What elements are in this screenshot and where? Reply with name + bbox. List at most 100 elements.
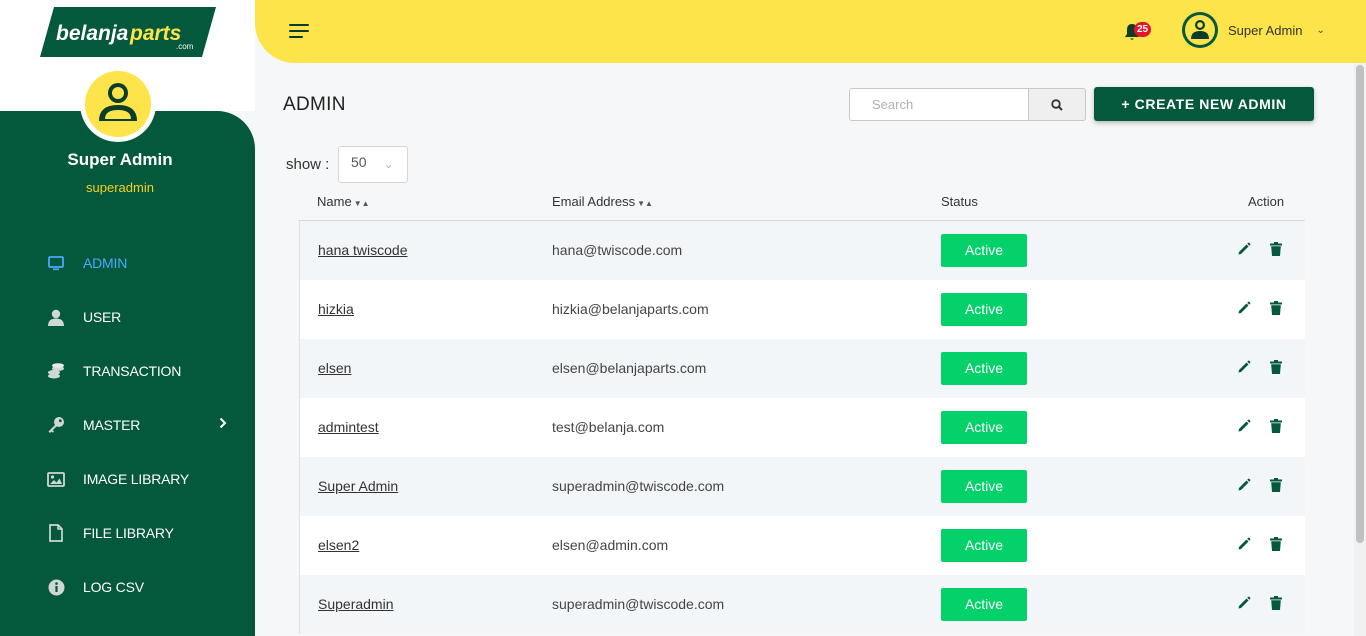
status-button[interactable]: Active (941, 470, 1027, 503)
user-icon (47, 308, 65, 326)
edit-icon[interactable] (1237, 360, 1251, 374)
top-header: 25 Super Admin ⌄ (255, 0, 1366, 63)
table-row: Superadmin superadmin@twiscode.com Activ… (299, 575, 1305, 634)
search-button[interactable] (1028, 88, 1086, 121)
sidebar-item-label: TRANSACTION (83, 363, 182, 379)
admin-name-link[interactable]: admintest (318, 419, 379, 435)
file-icon (47, 524, 65, 542)
search-input[interactable] (849, 88, 1029, 121)
status-button[interactable]: Active (941, 529, 1027, 562)
table-row: elsen elsen@belanjaparts.com Active (299, 339, 1305, 398)
admin-name-link[interactable]: Superadmin (318, 596, 394, 612)
menu-toggle-icon[interactable] (289, 24, 309, 40)
sidebar-item-admin[interactable]: ADMIN (0, 236, 255, 290)
header-status: Status (941, 194, 978, 209)
sidebar-user-name: Super Admin (67, 150, 173, 169)
sidebar-menu: ADMIN USER TRANSACTION MASTER IMAGE LIBR… (0, 236, 255, 614)
info-icon (47, 578, 65, 596)
sidebar-item-file-library[interactable]: FILE LIBRARY (0, 506, 255, 560)
admin-name-link[interactable]: elsen2 (318, 537, 359, 553)
sidebar-avatar (80, 66, 156, 142)
chevron-down-icon: ⌄ (384, 159, 394, 171)
sidebar-item-master[interactable]: MASTER (0, 398, 255, 452)
chevron-down-icon: ⌄ (1316, 24, 1325, 36)
trash-icon[interactable] (1270, 419, 1282, 433)
sidebar-item-transaction[interactable]: TRANSACTION (0, 344, 255, 398)
user-avatar-icon (99, 83, 137, 121)
edit-icon[interactable] (1237, 242, 1251, 256)
trash-icon[interactable] (1270, 301, 1282, 315)
admin-email: elsen@belanjaparts.com (552, 360, 707, 376)
admin-name-link[interactable]: hizkia (318, 301, 354, 317)
sidebar-item-user[interactable]: USER (0, 290, 255, 344)
header-user-name: Super Admin (1228, 22, 1303, 38)
sidebar-item-label: LOG CSV (83, 579, 144, 595)
trash-icon[interactable] (1270, 360, 1282, 374)
status-button[interactable]: Active (941, 293, 1027, 326)
sort-icon: ▼▲ (637, 199, 653, 208)
header-name[interactable]: Name ▼▲ (317, 194, 370, 209)
trash-icon[interactable] (1270, 478, 1282, 492)
page-title: ADMIN (283, 94, 346, 115)
page-size-value: 50 (351, 154, 367, 170)
logo-text-main: belanja (56, 22, 129, 45)
edit-icon[interactable] (1237, 301, 1251, 315)
scrollbar-thumb[interactable] (1356, 65, 1364, 543)
admin-email: hana@twiscode.com (552, 242, 683, 258)
sidebar-item-image-library[interactable]: IMAGE LIBRARY (0, 452, 255, 506)
trash-icon[interactable] (1270, 537, 1282, 551)
header-action: Action (1248, 194, 1285, 209)
edit-icon[interactable] (1237, 478, 1251, 492)
header-email[interactable]: Email Address ▼▲ (552, 194, 653, 209)
admin-email: test@belanja.com (552, 419, 665, 435)
sidebar-item-log-csv[interactable]: LOG CSV (0, 560, 255, 614)
coins-icon (47, 362, 65, 380)
admin-table: Name ▼▲ Email Address ▼▲ Status Action han… (299, 183, 1305, 634)
user-menu[interactable]: Super Admin ⌄ (1182, 12, 1325, 48)
table-row: hana twiscode hana@twiscode.com Active (299, 221, 1305, 280)
admin-email: superadmin@twiscode.com (552, 596, 725, 612)
status-button[interactable]: Active (941, 352, 1027, 385)
chevron-right-icon (219, 417, 227, 429)
admin-name-link[interactable]: Super Admin (318, 478, 398, 494)
image-icon (47, 470, 65, 488)
edit-icon[interactable] (1237, 596, 1251, 610)
search-icon (1051, 98, 1063, 111)
table-header: Name ▼▲ Email Address ▼▲ Status Action (299, 183, 1305, 221)
edit-icon[interactable] (1237, 419, 1251, 433)
logo-text-sub: .com (176, 42, 194, 51)
monitor-icon (47, 254, 65, 272)
table-row: admintest test@belanja.com Active (299, 398, 1305, 457)
page-size-select[interactable]: 50 ⌄ (338, 146, 408, 183)
sidebar-item-label: USER (83, 309, 122, 325)
admin-name-link[interactable]: elsen (318, 360, 351, 376)
admin-email: hizkia@belanjaparts.com (552, 301, 709, 317)
admin-email: superadmin@twiscode.com (552, 478, 725, 494)
show-label: show : (286, 156, 330, 173)
key-icon (47, 416, 65, 434)
table-row: Super Admin superadmin@twiscode.com Acti… (299, 457, 1305, 516)
table-row: elsen2 elsen@admin.com Active (299, 516, 1305, 575)
admin-email: elsen@admin.com (552, 537, 669, 553)
brand-logo[interactable]: belanja parts .com (40, 7, 216, 57)
status-button[interactable]: Active (941, 411, 1027, 444)
logo-text-accent: parts (129, 22, 181, 45)
user-avatar-icon (1191, 20, 1209, 39)
sidebar-user-role: superadmin (86, 180, 154, 195)
status-button[interactable]: Active (941, 588, 1027, 621)
create-admin-button[interactable]: + CREATE NEW ADMIN (1094, 87, 1314, 121)
trash-icon[interactable] (1270, 596, 1282, 610)
notification-badge: 25 (1134, 22, 1151, 37)
sort-icon: ▼▲ (353, 199, 370, 208)
sidebar-item-label: FILE LIBRARY (83, 525, 174, 541)
edit-icon[interactable] (1237, 537, 1251, 551)
header-avatar (1182, 12, 1218, 48)
page-scrollbar[interactable] (1354, 63, 1366, 636)
sidebar-item-label: IMAGE LIBRARY (83, 471, 190, 487)
table-row: hizkia hizkia@belanjaparts.com Active (299, 280, 1305, 339)
trash-icon[interactable] (1270, 242, 1282, 256)
sidebar-item-label: ADMIN (83, 255, 128, 271)
sidebar-item-label: MASTER (83, 417, 141, 433)
admin-name-link[interactable]: hana twiscode (318, 242, 408, 258)
status-button[interactable]: Active (941, 234, 1027, 267)
